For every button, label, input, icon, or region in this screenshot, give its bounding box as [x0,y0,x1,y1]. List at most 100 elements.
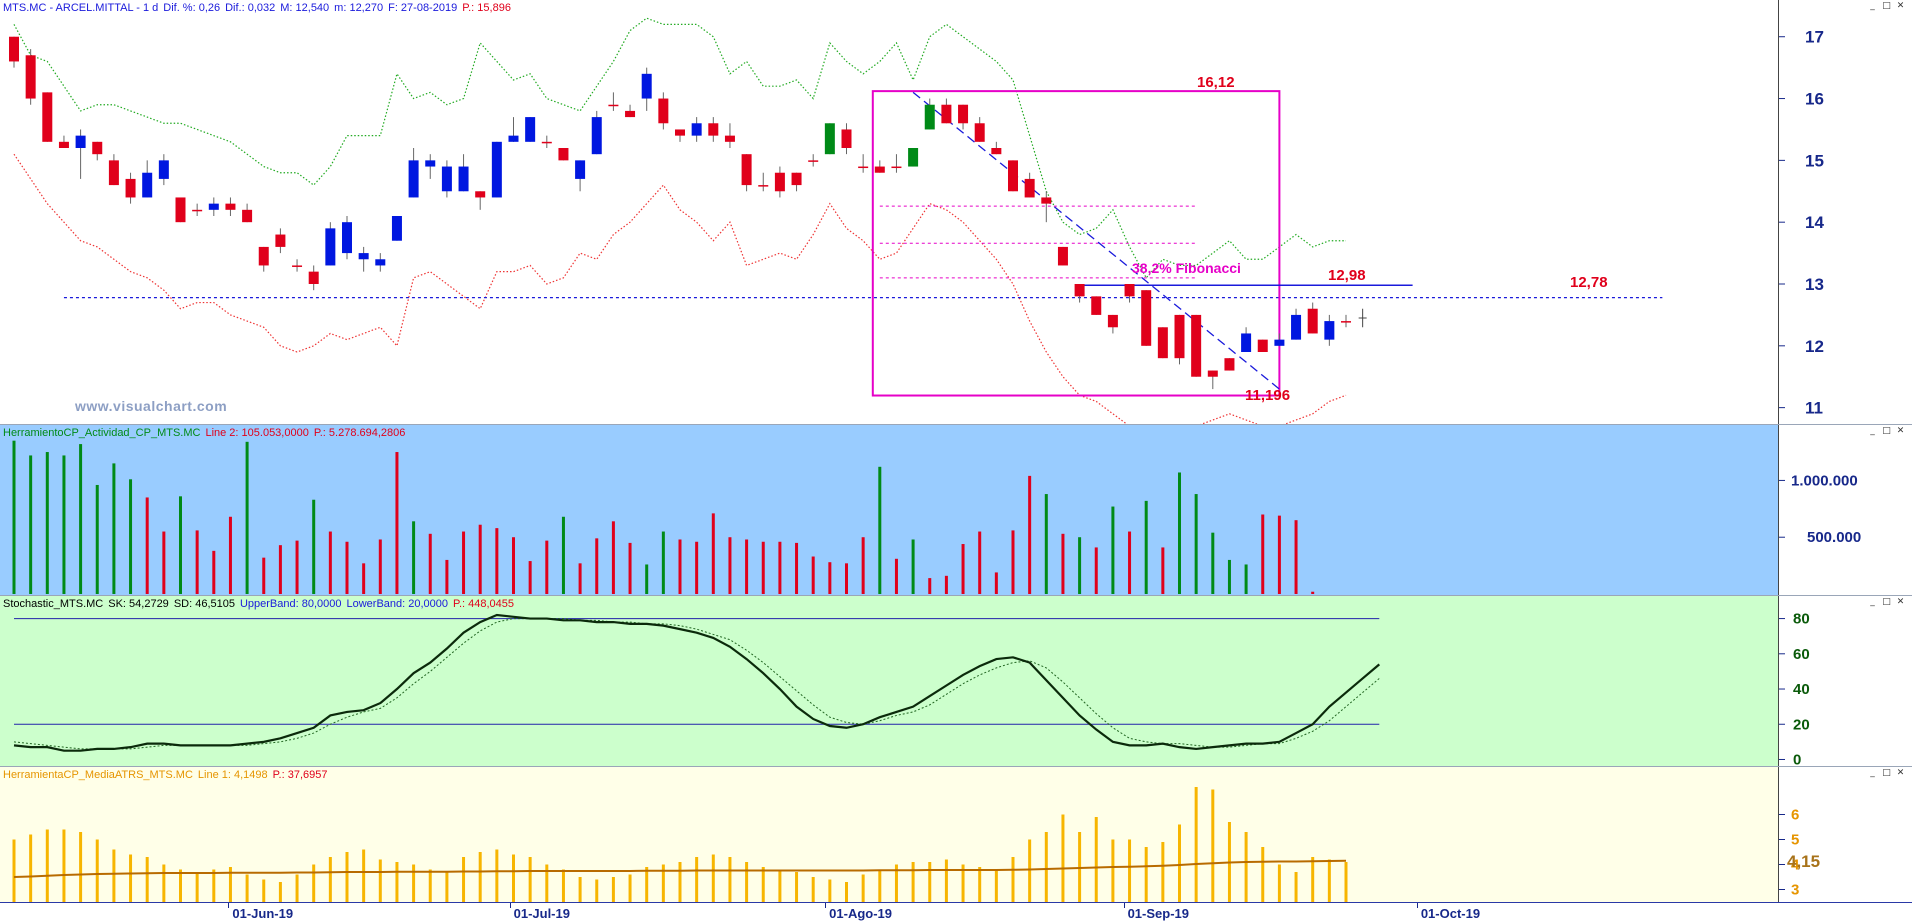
atr-bar [328,857,332,902]
stochastic-plot-area[interactable] [0,596,1778,766]
candle-body [791,172,802,186]
close-icon[interactable]: ✕ [1895,598,1906,607]
volume-tick-label: 500.000 [1807,529,1861,546]
close-icon[interactable]: ✕ [1895,2,1906,11]
atr-bar [295,874,299,902]
header-field: Line 1: 4,1498 [197,769,268,781]
volume-bar [328,531,332,594]
candle-body [1207,370,1218,377]
candle-body [425,160,436,167]
volume-bar [1211,532,1215,594]
volume-bar [29,455,33,594]
header-field: F: 27-08-2019 [388,2,458,14]
atr-scale[interactable]: 3 4 5 6 4,15 [1778,767,1912,902]
close-icon[interactable]: ✕ [1895,427,1906,436]
volume-bar [1111,506,1115,594]
volume-bar [695,541,699,594]
volume-bar [645,564,649,594]
atr-bar [878,869,882,902]
volume-bar [928,578,932,594]
candle-body [1008,160,1018,192]
candle-body [75,135,86,148]
watermark: www.visualchart.com [75,398,228,414]
atr-bar [811,877,815,902]
atr-tick-label: 5 [1791,832,1799,849]
stochastic-scale[interactable]: 0 20 40 60 80 [1778,596,1912,766]
minimize-icon[interactable]: _ [1867,598,1878,607]
volume-bar [195,530,199,594]
atr-pane[interactable]: HerramientaCP_MediaATRS_MTS.MC Line 1: 4,… [0,766,1912,902]
price-scale[interactable]: 11 12 13 14 15 16 17 [1778,0,1912,424]
atr-bar [761,867,765,902]
time-tick-label: 01-Oct-19 [1420,906,1481,921]
candle-body [458,166,469,192]
atr-bar [745,862,749,902]
time-tick-label: 01-Ago-19 [829,906,893,921]
fibonacci-range-box [871,90,1281,397]
atr-bar [711,854,715,902]
activity-pane[interactable]: HerramientoCP_Actividad_CP_MTS.MC Line 2:… [0,424,1912,595]
activity-plot-area[interactable] [0,425,1778,595]
close-icon[interactable]: ✕ [1895,769,1906,778]
volume-bar [861,537,865,594]
price-plot-area[interactable] [0,0,1778,424]
time-axis[interactable]: 01-Jun-19 01-Jul-19 01-Ago-19 01-Sep-19 01-O… [0,902,1912,923]
atr-bar [1194,787,1198,902]
maximize-icon[interactable]: □ [1881,2,1892,11]
atr-bar [129,854,133,902]
candle-body [225,203,236,210]
atr-bar [645,867,649,902]
volume-bar [1028,475,1032,594]
candle-body [858,166,869,169]
volume-bar [1294,520,1298,594]
volume-bar [761,541,765,594]
volume-bar [611,521,615,594]
atr-bar [911,862,915,902]
volume-bar [811,556,815,594]
volume-bar [911,539,915,594]
minimize-icon[interactable]: _ [1867,427,1878,436]
stochastic-sd-line [13,618,1380,750]
time-tick [228,903,230,908]
volume-bar [595,538,599,594]
activity-scale[interactable]: 500.000 1.000.000 [1778,425,1912,595]
atr-plot-area[interactable] [0,767,1778,902]
maximize-icon[interactable]: □ [1881,769,1892,778]
volume-bar [944,575,948,594]
minimize-icon[interactable]: _ [1867,769,1878,778]
annotation-12-98: 12,98 [1328,267,1366,284]
volume-bar [362,563,366,594]
volume-bar [478,524,482,594]
volume-bar [994,572,998,594]
atr-bar [245,874,249,902]
volume-bar [545,540,549,594]
candle-body [1341,321,1351,323]
atr-bar [112,849,116,902]
atr-bar [928,862,932,902]
candle-body [342,222,352,254]
minimize-icon[interactable]: _ [1867,2,1878,11]
volume-bar [162,531,166,594]
stochastic-pane[interactable]: Stochastic_MTS.MC SK: 54,2729 SD: 46,5105 U… [0,595,1912,766]
stochastic-chart [13,613,1381,752]
volume-tick-label: 1.000.000 [1791,472,1858,489]
atr-bar [1277,864,1281,902]
candle-body [824,123,835,155]
candle-body [275,234,286,247]
atr-bar [395,862,399,902]
atr-bar [412,864,416,902]
candle-body [108,160,119,186]
candle-body [175,197,186,223]
price-pane[interactable]: MTS.MC - ARCEL.MITTAL - 1 d Dif. %: 0,26 D… [0,0,1912,424]
maximize-icon[interactable]: □ [1881,427,1892,436]
candle-body [808,160,819,162]
atr-bar [62,829,66,902]
atr-bar [79,832,83,902]
maximize-icon[interactable]: □ [1881,598,1892,607]
price-pane-window-buttons: _ □ ✕ [1867,2,1906,11]
candle-body [774,172,785,192]
volume-bar [1311,591,1315,594]
candle-body [541,141,552,144]
header-field: UpperBand: 80,0000 [239,598,342,610]
volume-bar [1161,547,1165,594]
